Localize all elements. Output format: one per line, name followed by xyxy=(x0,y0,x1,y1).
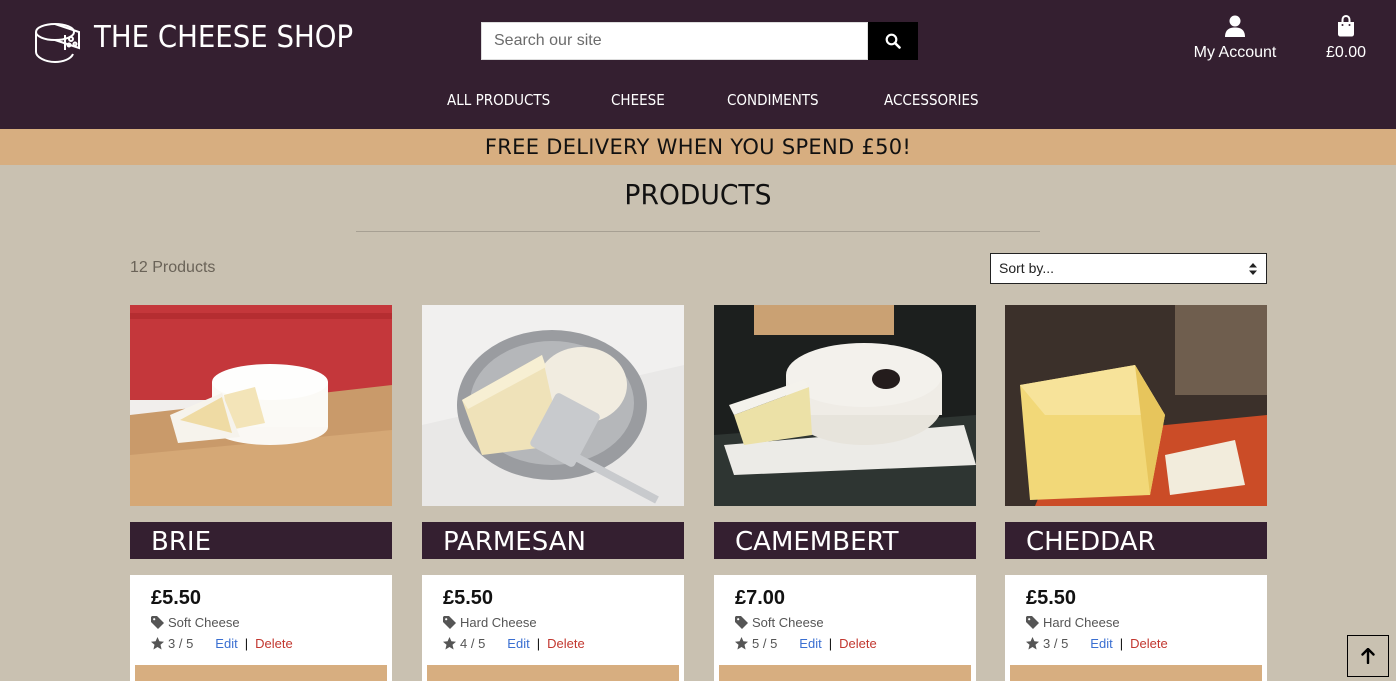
category-label: Hard Cheese xyxy=(460,615,537,630)
site-header: THE CHEESE SHOP Search our site My Accou… xyxy=(0,0,1396,129)
edit-link[interactable]: Edit xyxy=(1090,636,1112,651)
product-image-parmesan[interactable] xyxy=(422,305,684,506)
promo-banner: FREE DELIVERY WHEN YOU SPEND £50! xyxy=(0,129,1396,165)
rating-row: 3 / 5 Edit | Delete xyxy=(1026,636,1246,651)
rating-value: 3 / 5 xyxy=(1043,636,1069,651)
category-label: Hard Cheese xyxy=(1043,615,1120,630)
add-to-bag-bar[interactable] xyxy=(719,665,971,681)
sort-label: Sort by... xyxy=(999,260,1054,276)
product-card-cheddar: £5.50 Hard Cheese 3 / 5 Edit | Delete xyxy=(1005,575,1267,681)
product-category-link[interactable]: Hard Cheese xyxy=(443,615,663,630)
product-category-link[interactable]: Soft Cheese xyxy=(151,615,371,630)
product-count: 12 Products xyxy=(130,259,216,276)
star-icon xyxy=(1026,637,1039,650)
product-price: £5.50 xyxy=(443,587,494,609)
delete-link[interactable]: Delete xyxy=(839,636,877,651)
sort-arrows-icon xyxy=(1249,263,1257,275)
edit-link[interactable]: Edit xyxy=(215,636,237,651)
nav-all-products[interactable]: ALL PRODUCTS xyxy=(447,91,550,109)
sort-select[interactable]: Sort by... xyxy=(990,253,1267,284)
nav-cheese[interactable]: CHEESE xyxy=(611,91,665,109)
product-image-brie[interactable] xyxy=(130,305,392,506)
page-title: PRODUCTS xyxy=(624,178,772,211)
product-category-link[interactable]: Soft Cheese xyxy=(735,615,955,630)
link-separator: | xyxy=(536,636,541,651)
product-price: £5.50 xyxy=(1026,587,1077,609)
product-card-brie: £5.50 Soft Cheese 3 / 5 Edit | Delete xyxy=(130,575,392,681)
rating-value: 4 / 5 xyxy=(460,636,486,651)
edit-link[interactable]: Edit xyxy=(799,636,821,651)
nav-condiments[interactable]: CONDIMENTS xyxy=(727,91,819,109)
rating-row: 3 / 5 Edit | Delete xyxy=(151,636,371,651)
product-name-brie[interactable]: BRIE xyxy=(130,522,392,559)
rating-row: 5 / 5 Edit | Delete xyxy=(735,636,955,651)
add-to-bag-bar[interactable] xyxy=(427,665,679,681)
rating-value: 3 / 5 xyxy=(168,636,194,651)
brand-name[interactable]: THE CHEESE SHOP xyxy=(94,20,353,55)
tag-icon xyxy=(1026,616,1039,629)
delete-link[interactable]: Delete xyxy=(547,636,585,651)
product-name-camembert[interactable]: CAMEMBERT xyxy=(714,522,976,559)
nav-accessories[interactable]: ACCESSORIES xyxy=(884,91,979,109)
star-icon xyxy=(443,637,456,650)
product-image-camembert[interactable] xyxy=(714,305,976,506)
product-card-parmesan: £5.50 Hard Cheese 4 / 5 Edit | Delete xyxy=(422,575,684,681)
tag-icon xyxy=(151,616,164,629)
product-price: £5.50 xyxy=(151,587,202,609)
product-name-parmesan[interactable]: PARMESAN xyxy=(422,522,684,559)
link-separator: | xyxy=(1119,636,1124,651)
category-label: Soft Cheese xyxy=(752,615,824,630)
tag-icon xyxy=(735,616,748,629)
product-category-link[interactable]: Hard Cheese xyxy=(1026,615,1246,630)
bag-total: £0.00 xyxy=(1325,44,1367,61)
add-to-bag-bar[interactable] xyxy=(1010,665,1262,681)
account-label: My Account xyxy=(1193,44,1277,61)
link-separator: | xyxy=(244,636,249,651)
edit-link[interactable]: Edit xyxy=(507,636,529,651)
add-to-bag-bar[interactable] xyxy=(135,665,387,681)
product-image-cheddar[interactable] xyxy=(1005,305,1267,506)
category-label: Soft Cheese xyxy=(168,615,240,630)
star-icon xyxy=(151,637,164,650)
shopping-bag-link[interactable]: £0.00 xyxy=(1318,14,1374,62)
cheese-logo-icon[interactable] xyxy=(33,16,83,66)
rating-row: 4 / 5 Edit | Delete xyxy=(443,636,663,651)
tag-icon xyxy=(443,616,456,629)
title-divider xyxy=(356,231,1040,232)
product-card-camembert: £7.00 Soft Cheese 5 / 5 Edit | Delete xyxy=(714,575,976,681)
star-icon xyxy=(735,637,748,650)
search-input[interactable]: Search our site xyxy=(481,22,868,60)
shopping-bag-icon xyxy=(1338,14,1354,37)
arrow-up-icon xyxy=(1361,648,1375,664)
product-name-cheddar[interactable]: CHEDDAR xyxy=(1005,522,1267,559)
back-to-top-button[interactable] xyxy=(1347,635,1389,677)
product-price: £7.00 xyxy=(735,587,786,609)
my-account-link[interactable]: My Account xyxy=(1186,15,1284,62)
rating-value: 5 / 5 xyxy=(752,636,778,651)
search-button[interactable] xyxy=(868,22,918,60)
delete-link[interactable]: Delete xyxy=(1130,636,1168,651)
delete-link[interactable]: Delete xyxy=(255,636,293,651)
search-icon xyxy=(885,33,901,49)
user-icon xyxy=(1225,15,1245,37)
link-separator: | xyxy=(828,636,833,651)
